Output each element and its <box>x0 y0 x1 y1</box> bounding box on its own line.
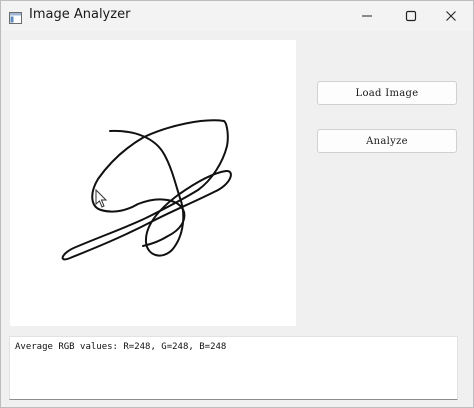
close-button[interactable] <box>429 1 473 31</box>
window-title: Image Analyzer <box>29 7 131 22</box>
main-window: Image Analyzer Load Image Analyze Averag… <box>0 0 474 408</box>
close-icon <box>446 11 456 21</box>
analyze-button[interactable]: Analyze <box>317 129 457 153</box>
load-image-button[interactable]: Load Image <box>317 81 457 105</box>
maximize-icon <box>405 10 417 22</box>
rgb-result-text: Average RGB values: R=248, G=248, B=248 <box>15 342 227 352</box>
image-canvas[interactable] <box>10 40 296 326</box>
app-window-icon <box>9 9 22 24</box>
title-bar[interactable]: Image Analyzer <box>1 1 473 31</box>
output-text-area[interactable]: Average RGB values: R=248, G=248, B=248 <box>9 336 458 400</box>
maximize-button[interactable] <box>389 1 433 31</box>
minimize-button[interactable] <box>345 1 389 31</box>
scribble-drawing <box>61 119 232 261</box>
mouse-pointer-icon <box>95 188 108 208</box>
minimize-icon <box>362 15 372 17</box>
